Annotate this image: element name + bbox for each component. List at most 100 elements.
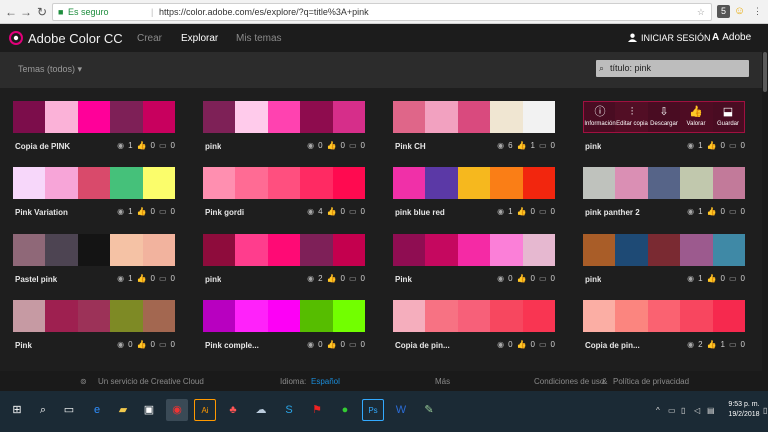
terms-link[interactable]: Condiciones de uso: [534, 377, 604, 386]
color-swatch[interactable]: [235, 300, 268, 332]
theme-swatches[interactable]: [393, 300, 556, 332]
color-swatch[interactable]: [142, 234, 176, 266]
color-swatch[interactable]: [490, 167, 523, 199]
theme-swatches[interactable]: [583, 167, 746, 199]
color-swatch[interactable]: [712, 300, 746, 332]
theme-name[interactable]: pink panther 2: [585, 208, 640, 217]
theme-card[interactable]: pink ◉ 2 👍 0 ▭ 0: [203, 234, 366, 296]
color-swatch[interactable]: [680, 300, 713, 332]
color-swatch[interactable]: [203, 234, 236, 266]
color-swatch[interactable]: [393, 167, 426, 199]
nav-mis-temas[interactable]: Mis temas: [236, 33, 282, 44]
color-swatch[interactable]: [235, 234, 268, 266]
nav-explorar[interactable]: Explorar: [181, 33, 218, 44]
color-swatch[interactable]: [490, 300, 523, 332]
color-swatch[interactable]: [300, 234, 333, 266]
extension-badge[interactable]: 5: [717, 5, 730, 18]
edge-icon[interactable]: e: [86, 399, 108, 421]
color-swatch[interactable]: [13, 234, 46, 266]
color-swatch[interactable]: [45, 167, 78, 199]
bookmark-star-icon[interactable]: ☆: [697, 4, 705, 20]
theme-card[interactable]: Pastel pink ◉ 1 👍 0 ▭ 0: [13, 234, 176, 296]
color-swatch[interactable]: [457, 167, 491, 199]
color-swatch[interactable]: [142, 101, 176, 133]
network-icon[interactable]: ▯: [681, 406, 685, 415]
theme-swatches[interactable]: [203, 234, 366, 266]
color-swatch[interactable]: [615, 300, 648, 332]
emoji-extension-icon[interactable]: ☺: [733, 5, 746, 18]
theme-swatches[interactable]: [393, 167, 556, 199]
color-swatch[interactable]: [457, 300, 491, 332]
color-swatch[interactable]: [457, 101, 491, 133]
color-swatch[interactable]: [77, 101, 111, 133]
theme-card[interactable]: Pink comple... ◉ 0 👍 0 ▭ 0: [203, 300, 366, 362]
nav-crear[interactable]: Crear: [137, 33, 162, 44]
windows-start-icon[interactable]: ⊞: [6, 399, 28, 421]
reload-icon[interactable]: ↻: [34, 4, 50, 20]
color-swatch[interactable]: [457, 234, 491, 266]
theme-swatches[interactable]: [203, 101, 366, 133]
more-link[interactable]: Más: [435, 377, 450, 386]
edit-copy-button[interactable]: ⫶ Editar copia: [616, 102, 648, 132]
color-swatch[interactable]: [425, 101, 458, 133]
color-swatch[interactable]: [490, 234, 523, 266]
color-swatch[interactable]: [77, 300, 111, 332]
chrome-icon[interactable]: ◉: [166, 399, 188, 421]
info-button[interactable]: ⓘ Información: [584, 102, 616, 132]
theme-swatches[interactable]: [393, 101, 556, 133]
color-swatch[interactable]: [77, 234, 111, 266]
color-swatch[interactable]: [13, 101, 46, 133]
scrollbar-thumb[interactable]: [763, 52, 767, 92]
color-swatch[interactable]: [110, 167, 143, 199]
theme-card[interactable]: Pink ◉ 0 👍 0 ▭ 0: [13, 300, 176, 362]
color-swatch[interactable]: [393, 101, 426, 133]
color-swatch[interactable]: [615, 234, 648, 266]
color-swatch[interactable]: [110, 234, 143, 266]
search-input[interactable]: ⌕ título: pink: [596, 60, 749, 77]
color-swatch[interactable]: [300, 167, 333, 199]
color-swatch[interactable]: [490, 101, 523, 133]
app-icon-green[interactable]: ●: [334, 399, 356, 421]
download-button[interactable]: ⇩ Descargar: [648, 102, 680, 132]
word-icon[interactable]: W: [390, 399, 412, 421]
theme-name[interactable]: Pink gordi: [205, 208, 244, 217]
url-text[interactable]: https://color.adobe.com/es/explore/?q=ti…: [159, 4, 369, 20]
login-button[interactable]: INICIAR SESIÓN: [628, 33, 711, 43]
cc-service-text[interactable]: Un servicio de Creative Cloud: [98, 377, 204, 386]
color-swatch[interactable]: [425, 234, 458, 266]
color-swatch[interactable]: [680, 234, 713, 266]
theme-card[interactable]: Pink CH ◉ 6 👍 1 ▭ 0: [393, 101, 556, 163]
app-icon-red[interactable]: ♣: [222, 399, 244, 421]
theme-card[interactable]: pink ◉ 1 👍 0 ▭ 0: [583, 234, 746, 296]
color-swatch[interactable]: [332, 101, 366, 133]
theme-name[interactable]: Pink Variation: [15, 208, 68, 217]
theme-name[interactable]: pink: [205, 142, 221, 151]
color-swatch[interactable]: [425, 167, 458, 199]
theme-card[interactable]: Copia de pin... ◉ 0 👍 0 ▭ 0: [393, 300, 556, 362]
color-swatch[interactable]: [332, 300, 366, 332]
illustrator-icon[interactable]: Ai: [194, 399, 216, 421]
theme-swatches[interactable]: [393, 234, 556, 266]
theme-swatches[interactable]: [13, 234, 176, 266]
theme-name[interactable]: Pastel pink: [15, 275, 57, 284]
theme-name[interactable]: Pink CH: [395, 142, 426, 151]
color-swatch[interactable]: [267, 101, 301, 133]
color-swatch[interactable]: [142, 167, 176, 199]
color-swatch[interactable]: [522, 300, 556, 332]
color-swatch[interactable]: [77, 167, 111, 199]
theme-card[interactable]: Pink Variation ◉ 1 👍 0 ▭ 0: [13, 167, 176, 229]
color-swatch[interactable]: [267, 234, 301, 266]
color-swatch[interactable]: [235, 101, 268, 133]
theme-card[interactable]: Copia de pin... ◉ 2 👍 1 ▭ 0: [583, 300, 746, 362]
taskbar-search-icon[interactable]: ⌕: [32, 399, 54, 421]
color-swatch[interactable]: [110, 300, 143, 332]
theme-name[interactable]: pink: [205, 275, 221, 284]
theme-name[interactable]: pink blue red: [395, 208, 445, 217]
color-swatch[interactable]: [522, 167, 556, 199]
brand-title[interactable]: Adobe Color CC: [28, 31, 123, 46]
color-swatch[interactable]: [647, 300, 681, 332]
color-swatch[interactable]: [647, 167, 681, 199]
system-clock[interactable]: 9:53 p. m. 19/2/2018: [724, 400, 764, 420]
photoshop-icon[interactable]: Ps: [362, 399, 384, 421]
color-swatch[interactable]: [203, 300, 236, 332]
